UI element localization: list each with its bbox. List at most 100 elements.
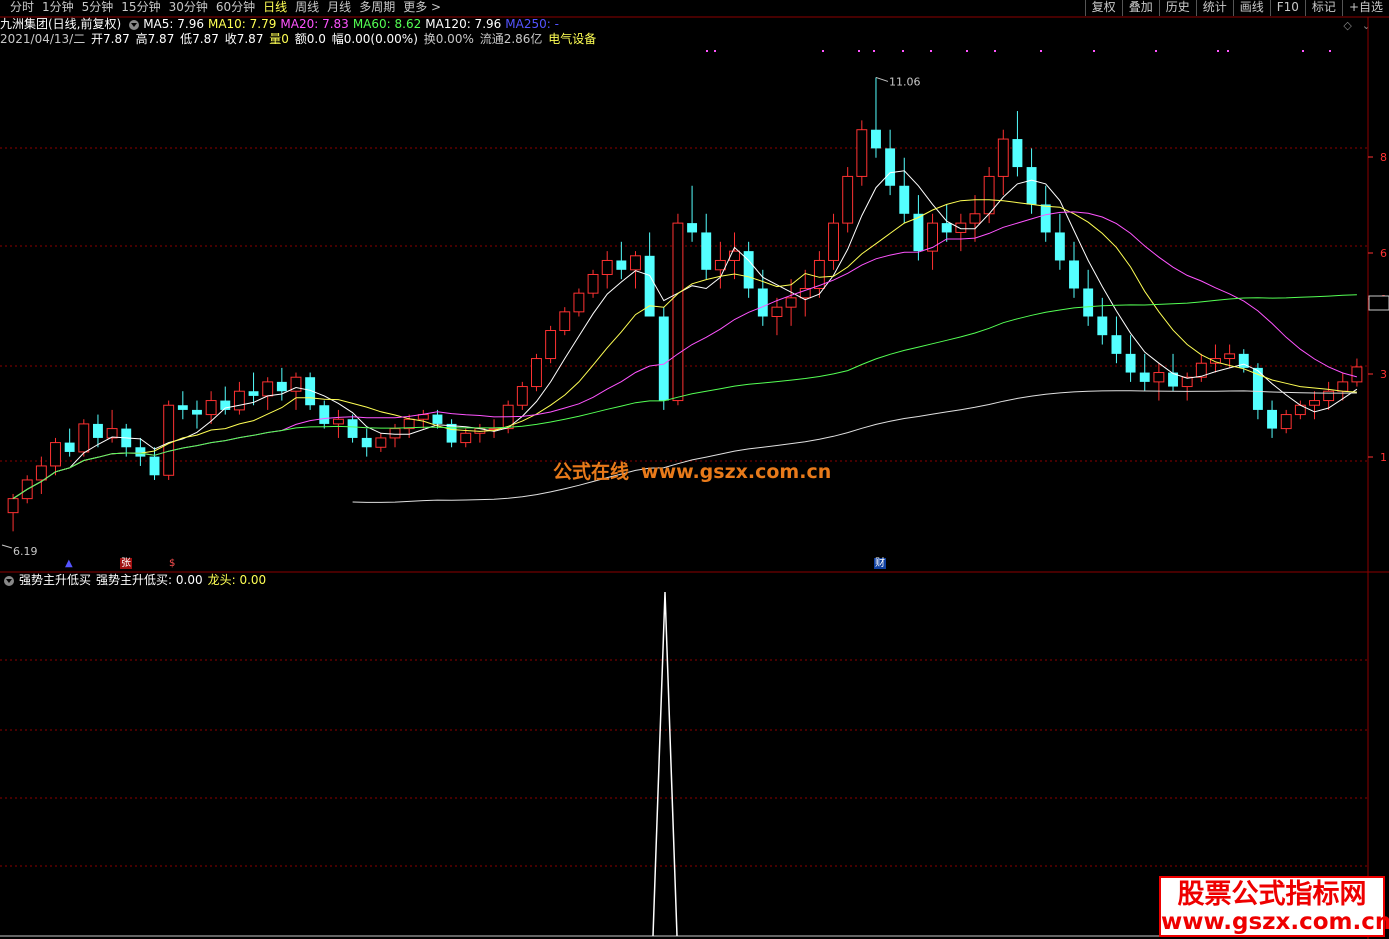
- candle-body-down: [1026, 167, 1037, 205]
- candle-body-up: [375, 437, 387, 448]
- candle-body-up: [516, 386, 528, 406]
- dragon-value: 龙头: 0.00: [207, 573, 267, 587]
- candle-body-down: [701, 232, 712, 270]
- candle-body-down: [871, 129, 881, 149]
- candle-body-down: [149, 456, 160, 476]
- candle-body-up: [1153, 372, 1165, 383]
- candle-body-up: [545, 330, 557, 360]
- candle-body-up: [1224, 353, 1236, 360]
- candle-body-up: [1351, 366, 1363, 383]
- candle-body-up: [205, 400, 217, 416]
- candle-body-down: [276, 381, 287, 392]
- candle-body-up: [969, 213, 981, 224]
- price-axis-label: 1: [1380, 451, 1387, 464]
- watermark-logo-box: 股票公式指标网 www.gszx.com.cn: [1159, 876, 1389, 937]
- sub-collapse-icon[interactable]: [4, 575, 14, 586]
- candle-body-up: [856, 129, 868, 177]
- signal-dot: [714, 50, 716, 52]
- candle-body-down: [1267, 409, 1278, 429]
- candle-body-up: [842, 175, 854, 224]
- signal-dot: [966, 50, 968, 52]
- signal-dot: [858, 50, 860, 52]
- signal-dot: [1302, 50, 1304, 52]
- watermark-mid-text: 公式在线: [553, 461, 630, 483]
- signal-dot: [902, 50, 904, 52]
- signal-dot: [994, 50, 996, 52]
- signal-dot: [930, 50, 932, 52]
- candle-body-up: [233, 390, 245, 411]
- candle-body-up: [262, 381, 274, 397]
- sub-indicator-name[interactable]: 强势主升低买: [19, 573, 91, 588]
- candle-body-down: [616, 260, 627, 270]
- candle-body-up: [573, 292, 585, 313]
- candle-body-up: [559, 311, 571, 332]
- candle-body-up: [389, 428, 401, 439]
- candle-body-down: [1040, 204, 1051, 233]
- signal-dot: [822, 50, 824, 52]
- candle-body-down: [757, 288, 768, 317]
- signal-dot: [1329, 50, 1331, 52]
- watermark-box-url: www.gszx.com.cn: [1161, 909, 1389, 935]
- candle-body-down: [432, 414, 443, 424]
- signal-dot: [1155, 50, 1157, 52]
- watermark-mid: 公式在线 www.gszx.com.cn: [553, 457, 831, 484]
- candle-body-down: [192, 409, 202, 415]
- buy-arrow-marker: ▲: [65, 558, 73, 569]
- cai-marker[interactable]: 财: [874, 558, 886, 569]
- sub-indicator-value: 强势主升低买: 0.00: [96, 573, 203, 587]
- ma20-line: [12, 211, 1358, 500]
- candle-body-up: [828, 222, 839, 261]
- candle-body-down: [177, 405, 188, 410]
- candle-body-down: [1097, 316, 1108, 336]
- candle-body-up: [460, 432, 472, 444]
- watermark-mid-url: www.gszx.com.cn: [641, 461, 832, 483]
- signal-dot: [1217, 50, 1219, 52]
- candle-body-down: [1054, 232, 1065, 261]
- candle-body-down: [248, 391, 259, 396]
- candle-body-down: [446, 423, 457, 443]
- candle-body-down: [1125, 353, 1136, 373]
- candle-body-up: [672, 222, 684, 402]
- candle-body-up: [771, 306, 783, 318]
- low-pointer: [1, 544, 13, 549]
- candle-body-up: [785, 297, 797, 308]
- watermark-box-title: 股票公式指标网: [1177, 879, 1367, 910]
- candle-body-down: [1069, 260, 1079, 289]
- candle-body-down: [319, 405, 330, 424]
- price-axis-label: 8: [1380, 151, 1387, 164]
- candle-body-down: [941, 223, 952, 233]
- candle-body-up: [332, 418, 344, 425]
- signal-dot: [1040, 50, 1042, 52]
- dollar-marker[interactable]: $: [168, 558, 176, 569]
- candle-body-up: [7, 498, 19, 514]
- candle-body-down: [1083, 288, 1094, 317]
- sub-indicator-title: 强势主升低买 强势主升低买: 0.00 龙头: 0.00: [0, 573, 271, 588]
- candle-body-down: [658, 316, 669, 401]
- candle-body-up: [955, 222, 967, 233]
- candle-body-down: [1111, 335, 1122, 354]
- candle-body-up: [1337, 381, 1349, 392]
- candle-body-up: [78, 423, 90, 453]
- candle-body-down: [1012, 139, 1023, 168]
- price-axis-label: 3: [1380, 368, 1387, 381]
- high-pointer: [875, 76, 889, 82]
- candle-body-up: [983, 175, 995, 215]
- candle-body-up: [50, 442, 61, 467]
- candle-body-up: [1309, 400, 1320, 406]
- low-price-label: 6.19: [13, 545, 38, 558]
- high-price-label: 11.06: [889, 75, 921, 88]
- candle-body-down: [899, 185, 910, 214]
- current-price-box: [1368, 295, 1389, 311]
- signal-dot: [1227, 50, 1229, 52]
- ma5-line: [12, 170, 1358, 500]
- candle-body-down: [347, 419, 358, 438]
- zhang-marker[interactable]: 张: [120, 558, 132, 569]
- candle-body-down: [1139, 372, 1150, 382]
- candle-body-up: [163, 404, 175, 476]
- candle-body-up: [35, 465, 47, 481]
- candle-body-up: [601, 259, 613, 275]
- candle-body-up: [587, 273, 599, 294]
- candle-body-up: [630, 255, 641, 271]
- indicator-spike: [652, 591, 678, 937]
- candle-body-up: [531, 358, 542, 388]
